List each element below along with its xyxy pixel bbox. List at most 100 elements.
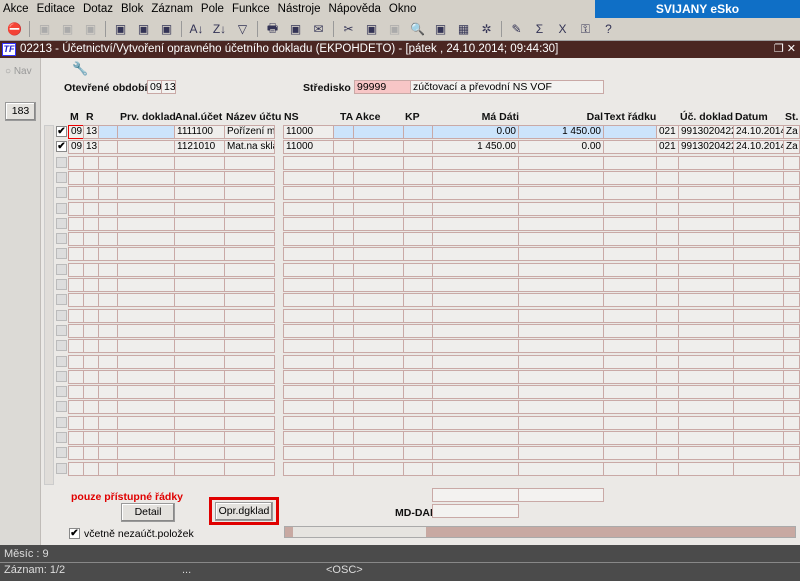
empty-cell[interactable] bbox=[678, 278, 734, 292]
empty-cell[interactable] bbox=[283, 431, 334, 445]
row-checkbox[interactable] bbox=[56, 432, 67, 443]
empty-cell[interactable] bbox=[656, 155, 679, 170]
empty-cell[interactable] bbox=[432, 354, 519, 369]
window-controls[interactable]: ❐ ✕ bbox=[774, 41, 796, 58]
column-header-7[interactable]: KP bbox=[405, 111, 420, 123]
empty-cell[interactable] bbox=[224, 262, 275, 277]
empty-cell[interactable] bbox=[603, 369, 657, 384]
empty-cell[interactable] bbox=[783, 415, 800, 430]
empty-cell[interactable] bbox=[68, 446, 84, 461]
empty-cell[interactable] bbox=[518, 278, 604, 292]
menu-8[interactable]: Nápověda bbox=[328, 3, 380, 15]
empty-cell[interactable] bbox=[518, 216, 604, 231]
cell-anal[interactable]: 1121010 bbox=[174, 140, 225, 155]
cell-akce[interactable] bbox=[353, 125, 404, 139]
empty-cell[interactable] bbox=[678, 216, 734, 231]
empty-cell[interactable] bbox=[353, 278, 404, 292]
empty-cell[interactable] bbox=[603, 262, 657, 277]
empty-cell[interactable] bbox=[678, 323, 734, 338]
cell-r[interactable]: 13 bbox=[83, 125, 99, 139]
empty-cell[interactable] bbox=[98, 461, 118, 476]
empty-cell[interactable] bbox=[603, 216, 657, 231]
empty-cell[interactable] bbox=[603, 339, 657, 354]
empty-cell[interactable] bbox=[224, 400, 275, 415]
empty-cell[interactable] bbox=[174, 354, 225, 369]
empty-cell[interactable] bbox=[98, 339, 118, 354]
empty-cell[interactable] bbox=[174, 186, 225, 201]
empty-cell[interactable] bbox=[117, 155, 175, 170]
cell-prv[interactable] bbox=[117, 140, 175, 155]
empty-cell[interactable] bbox=[403, 201, 433, 216]
empty-cell[interactable] bbox=[518, 262, 604, 277]
empty-cell[interactable] bbox=[403, 369, 433, 384]
empty-cell[interactable] bbox=[783, 293, 800, 308]
empty-cell[interactable] bbox=[432, 262, 519, 277]
empty-cell[interactable] bbox=[518, 369, 604, 384]
empty-cell[interactable] bbox=[224, 308, 275, 323]
empty-cell[interactable] bbox=[83, 262, 99, 277]
empty-cell[interactable] bbox=[518, 293, 604, 308]
empty-cell[interactable] bbox=[678, 247, 734, 262]
empty-cell[interactable] bbox=[783, 201, 800, 216]
scrollbar-thumb[interactable] bbox=[293, 527, 426, 537]
empty-cell[interactable] bbox=[678, 354, 734, 369]
cell-blank[interactable] bbox=[98, 140, 118, 155]
empty-cell[interactable] bbox=[83, 155, 99, 170]
empty-cell[interactable] bbox=[68, 354, 84, 369]
column-header-10[interactable]: Text řádku bbox=[604, 111, 656, 123]
column-header-4[interactable]: Název účtu bbox=[226, 111, 281, 123]
empty-cell[interactable] bbox=[403, 323, 433, 338]
cell-m[interactable]: 09 bbox=[68, 140, 84, 155]
empty-cell[interactable] bbox=[98, 186, 118, 201]
empty-cell[interactable] bbox=[403, 247, 433, 262]
empty-cell[interactable] bbox=[403, 415, 433, 430]
cell-ta[interactable] bbox=[333, 125, 354, 139]
empty-cell[interactable] bbox=[783, 431, 800, 445]
vertical-scrollbar[interactable] bbox=[44, 125, 54, 485]
empty-cell[interactable] bbox=[224, 415, 275, 430]
empty-cell[interactable] bbox=[333, 385, 354, 400]
empty-cell[interactable] bbox=[333, 186, 354, 201]
empty-cell[interactable] bbox=[733, 446, 784, 461]
empty-cell[interactable] bbox=[174, 293, 225, 308]
empty-cell[interactable] bbox=[224, 293, 275, 308]
empty-cell[interactable] bbox=[432, 323, 519, 338]
new-record-icon[interactable]: ▣ bbox=[36, 21, 53, 38]
empty-cell[interactable] bbox=[224, 461, 275, 476]
empty-cell[interactable] bbox=[117, 400, 175, 415]
empty-cell[interactable] bbox=[174, 262, 225, 277]
cell-prv[interactable] bbox=[117, 125, 175, 139]
empty-cell[interactable] bbox=[432, 216, 519, 231]
row-checkbox[interactable] bbox=[56, 171, 67, 183]
row-checkbox[interactable] bbox=[56, 370, 67, 382]
row-checkbox[interactable] bbox=[56, 340, 67, 352]
empty-cell[interactable] bbox=[603, 186, 657, 201]
row-checkbox[interactable] bbox=[56, 248, 67, 260]
empty-cell[interactable] bbox=[656, 354, 679, 369]
empty-cell[interactable] bbox=[333, 369, 354, 384]
empty-cell[interactable] bbox=[656, 323, 679, 338]
cell-blank[interactable] bbox=[98, 125, 118, 139]
column-header-8[interactable]: Má Dáti bbox=[432, 111, 519, 123]
menu-1[interactable]: Editace bbox=[37, 3, 75, 15]
empty-cell[interactable] bbox=[353, 186, 404, 201]
wrench-icon[interactable]: 🔧 bbox=[72, 61, 88, 77]
empty-cell[interactable] bbox=[353, 415, 404, 430]
empty-cell[interactable] bbox=[333, 431, 354, 445]
cell-md[interactable]: 1 450.00 bbox=[432, 140, 519, 155]
cell-datum[interactable]: 24.10.2014 bbox=[733, 125, 784, 139]
empty-cell[interactable] bbox=[333, 323, 354, 338]
empty-cell[interactable] bbox=[603, 461, 657, 476]
empty-cell[interactable] bbox=[783, 385, 800, 400]
menu-2[interactable]: Dotaz bbox=[83, 3, 113, 15]
empty-cell[interactable] bbox=[98, 170, 118, 185]
column-header-9[interactable]: Dal bbox=[518, 111, 603, 123]
empty-cell[interactable] bbox=[733, 323, 784, 338]
empty-cell[interactable] bbox=[733, 369, 784, 384]
empty-cell[interactable] bbox=[83, 431, 99, 445]
cell-ns[interactable]: 11000 bbox=[283, 125, 334, 139]
empty-cell[interactable] bbox=[656, 262, 679, 277]
empty-cell[interactable] bbox=[83, 308, 99, 323]
empty-cell[interactable] bbox=[117, 323, 175, 338]
empty-cell[interactable] bbox=[224, 201, 275, 216]
